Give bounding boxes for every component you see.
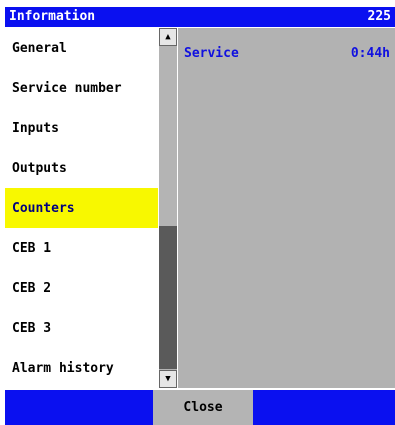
title-bar: Information 225 (5, 7, 395, 27)
menu-item-label: CEB 3 (12, 320, 52, 336)
menu-item-label: CEB 1 (12, 240, 52, 256)
menu-item-ceb-2[interactable]: CEB 2 (5, 268, 158, 308)
menu-item-label: Alarm history (12, 360, 114, 376)
arrow-down-icon: ▼ (165, 374, 171, 384)
menu-item-label: Inputs (12, 120, 59, 136)
menu-item-label: General (12, 40, 67, 56)
menu-item-label: Counters (12, 200, 75, 216)
service-label: Service (184, 46, 239, 61)
arrow-up-icon: ▲ (165, 32, 171, 42)
menu-item-label: CEB 2 (12, 280, 52, 296)
menu-item-counters[interactable]: Counters (5, 188, 158, 228)
menu-list: General Service number Inputs Outputs Co… (5, 28, 158, 388)
menu-item-ceb-3[interactable]: CEB 3 (5, 308, 158, 348)
menu-item-service-number[interactable]: Service number (5, 68, 158, 108)
window-title: Information (9, 9, 96, 24)
menu-item-label: Service number (12, 80, 122, 96)
content-panel: Service 0:44h (178, 28, 395, 388)
menu-item-outputs[interactable]: Outputs (5, 148, 158, 188)
bottom-bar: Close (5, 390, 395, 425)
service-value: 0:44h (350, 46, 390, 61)
screen-number: 225 (367, 9, 391, 24)
menu-item-inputs[interactable]: Inputs (5, 108, 158, 148)
menu-item-label: Outputs (12, 160, 67, 176)
scroll-down-button[interactable]: ▼ (159, 370, 177, 388)
menu-item-alarm-history[interactable]: Alarm history (5, 348, 158, 388)
close-button[interactable]: Close (153, 390, 253, 425)
menu-scrollbar[interactable]: ▲ ▼ (159, 28, 177, 388)
menu-item-ceb-1[interactable]: CEB 1 (5, 228, 158, 268)
scroll-up-button[interactable]: ▲ (159, 28, 177, 46)
scrollbar-thumb[interactable] (159, 226, 177, 369)
menu-item-general[interactable]: General (5, 28, 158, 68)
